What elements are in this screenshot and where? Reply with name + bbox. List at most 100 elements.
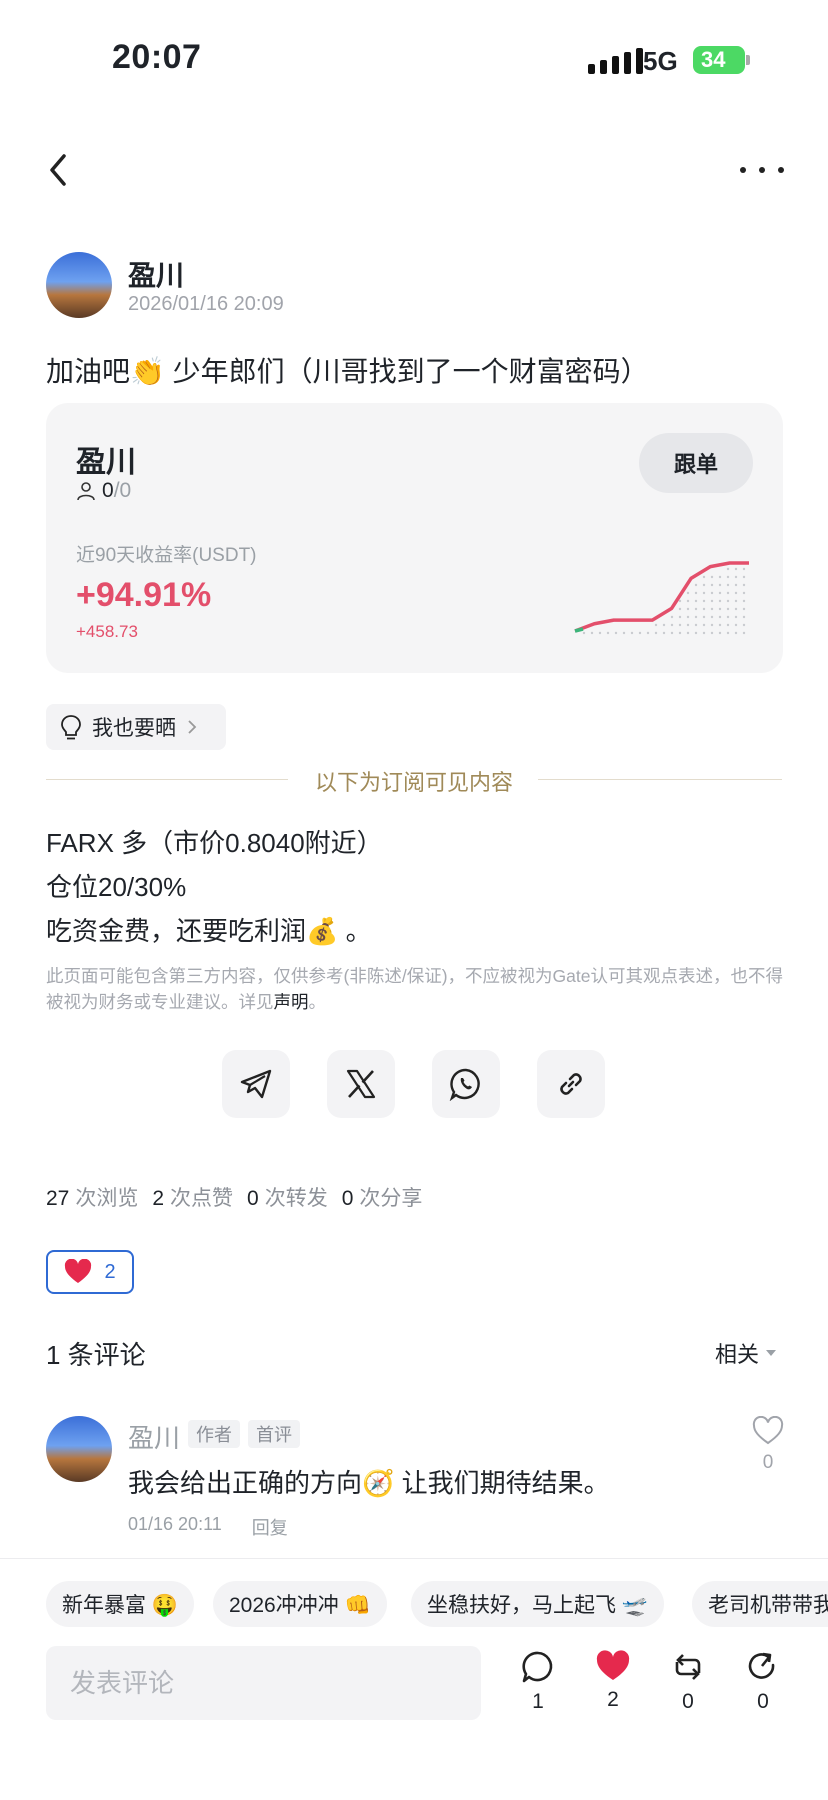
sparkline-fill-dot bbox=[734, 623, 738, 627]
sparkline-fill-dot bbox=[702, 599, 706, 603]
copy-trade-button[interactable]: 跟单 bbox=[639, 433, 753, 493]
sparkline-fill-dot bbox=[734, 591, 738, 595]
comment-like-button[interactable]: 0 bbox=[748, 1416, 788, 1474]
sparkline-fill-dot bbox=[598, 631, 602, 635]
content-line: FARX 多（市价0.8040附近） bbox=[46, 828, 383, 858]
share-arrow-icon bbox=[748, 1652, 775, 1679]
sparkline-fill-dot bbox=[734, 607, 738, 611]
sparkline-fill-dot bbox=[606, 631, 610, 635]
sparkline-fill-dot bbox=[734, 583, 738, 587]
quick-comment-chip[interactable]: 坐稳扶好，马上起飞 🛫 bbox=[411, 1581, 664, 1627]
like-reaction-button[interactable]: 2 bbox=[46, 1250, 134, 1294]
share-action-button[interactable]: 0 bbox=[733, 1650, 793, 1714]
sparkline-fill-dot bbox=[734, 599, 738, 603]
disclaimer-end: 。 bbox=[308, 992, 327, 1012]
back-button[interactable] bbox=[44, 150, 74, 190]
share-telegram-button[interactable] bbox=[222, 1050, 290, 1118]
commenter-avatar[interactable] bbox=[46, 1416, 112, 1482]
disclaimer-text: 此页面可能包含第三方内容，仅供参考(非陈述/保证)，不应被视为Gate认可其观点… bbox=[46, 966, 783, 1012]
signal-icon bbox=[588, 48, 643, 74]
sparkline-fill-dot bbox=[734, 575, 738, 579]
sparkline-fill-dot bbox=[686, 623, 690, 627]
comment-input[interactable] bbox=[46, 1646, 481, 1720]
sparkline-fill-dot bbox=[630, 631, 634, 635]
share-mine-button[interactable]: 我也要晒 bbox=[46, 704, 226, 750]
quick-comment-chip[interactable]: 老司机带带我 bbox=[692, 1581, 828, 1627]
sparkline-line bbox=[574, 561, 749, 633]
battery-cap bbox=[746, 55, 750, 65]
more-button[interactable] bbox=[740, 150, 784, 190]
disclaimer-link[interactable]: 声明 bbox=[274, 992, 309, 1012]
sparkline-fill-dot bbox=[686, 591, 690, 595]
sparkline-fill-dot bbox=[718, 583, 722, 587]
repost-action-count: 0 bbox=[682, 1690, 694, 1713]
comment-like-count: 0 bbox=[762, 1452, 774, 1473]
bottom-separator bbox=[0, 1558, 828, 1559]
sparkline-fill-dot bbox=[686, 607, 690, 611]
likes-label: 次点赞 bbox=[170, 1187, 234, 1210]
comments-title: 1 条评论 bbox=[46, 1340, 146, 1370]
likes-count: 2 bbox=[152, 1187, 165, 1210]
sparkline-fill-dot bbox=[702, 591, 706, 595]
shares-stat: 0 次分享 bbox=[342, 1182, 423, 1212]
sparkline-fill-dot bbox=[702, 631, 706, 635]
sparkline-fill-dot bbox=[694, 623, 698, 627]
reply-button[interactable]: 回复 bbox=[252, 1514, 288, 1540]
sparkline-fill-dot bbox=[694, 599, 698, 603]
copy-link-button[interactable] bbox=[537, 1050, 605, 1118]
sparkline-fill-dot bbox=[678, 599, 682, 603]
comment-sort-select[interactable]: 相关 bbox=[715, 1337, 777, 1369]
sparkline-fill-dot bbox=[686, 615, 690, 619]
sparkline-fill-dot bbox=[670, 631, 674, 635]
sparkline-fill-dot bbox=[742, 575, 746, 579]
author-name[interactable]: 盈川 bbox=[128, 254, 184, 294]
sparkline-fill-dot bbox=[622, 631, 626, 635]
share-x-button[interactable] bbox=[327, 1050, 395, 1118]
like-action-button[interactable]: 2 bbox=[583, 1650, 643, 1712]
sparkline-fill-dot bbox=[694, 583, 698, 587]
sparkline-fill-dot bbox=[742, 631, 746, 635]
sparkline-fill-dot bbox=[734, 631, 738, 635]
like-reaction-count: 2 bbox=[104, 1260, 116, 1283]
sparkline-fill-dot bbox=[710, 607, 714, 611]
sparkline-fill-dot bbox=[694, 591, 698, 595]
followers-total: /0 bbox=[113, 479, 132, 502]
caret-down-icon bbox=[766, 1350, 777, 1356]
comment-action-button[interactable]: 1 bbox=[508, 1650, 568, 1714]
quick-comment-chip[interactable]: 2026冲冲冲 👊 bbox=[213, 1581, 387, 1627]
sparkline-fill-dot bbox=[742, 567, 746, 571]
chevron-right-icon bbox=[188, 720, 197, 734]
sparkline-fill-dot bbox=[734, 615, 738, 619]
battery-icon: 34 bbox=[693, 46, 745, 74]
chevron-left-icon bbox=[50, 154, 66, 186]
sparkline-fill-dot bbox=[726, 623, 730, 627]
sparkline-fill-dot bbox=[590, 631, 594, 635]
sparkline-fill-dot bbox=[694, 607, 698, 611]
reposts-count: 0 bbox=[247, 1187, 259, 1210]
comment-author[interactable]: 盈川 bbox=[128, 1418, 180, 1455]
sparkline-fill-dot bbox=[742, 615, 746, 619]
more-dot bbox=[778, 167, 784, 173]
follower-count: 0/0 bbox=[76, 479, 131, 503]
sparkline-fill-dot bbox=[702, 583, 706, 587]
likes-stat: 2 次点赞 bbox=[152, 1182, 233, 1212]
roi-sparkline bbox=[574, 561, 749, 635]
trader-card[interactable]: 盈川 0/0 跟单 近90天收益率(USDT) +94.91% +458.73 bbox=[46, 403, 783, 673]
share-whatsapp-button[interactable] bbox=[432, 1050, 500, 1118]
quick-comment-chip[interactable]: 新年暴富 🤑 bbox=[46, 1581, 194, 1627]
sparkline-fill-dot bbox=[718, 623, 722, 627]
telegram-icon bbox=[240, 1069, 272, 1099]
subscriber-divider: 以下为订阅可见内容 bbox=[314, 770, 513, 795]
comment-sort-label: 相关 bbox=[715, 1342, 760, 1367]
author-avatar[interactable] bbox=[46, 252, 112, 318]
network-label: 5G bbox=[643, 46, 678, 76]
comment-time: 01/16 20:11 bbox=[128, 1514, 222, 1534]
sparkline-fill-dot bbox=[702, 607, 706, 611]
sparkline-fill-dot bbox=[726, 583, 730, 587]
repost-action-button[interactable]: 0 bbox=[658, 1650, 718, 1714]
sparkline-fill-dot bbox=[702, 623, 706, 627]
reposts-stat: 0 次转发 bbox=[247, 1182, 328, 1212]
divider-line-right bbox=[538, 779, 782, 780]
trader-name: 盈川 bbox=[76, 446, 136, 479]
sparkline-fill-dot bbox=[726, 591, 730, 595]
